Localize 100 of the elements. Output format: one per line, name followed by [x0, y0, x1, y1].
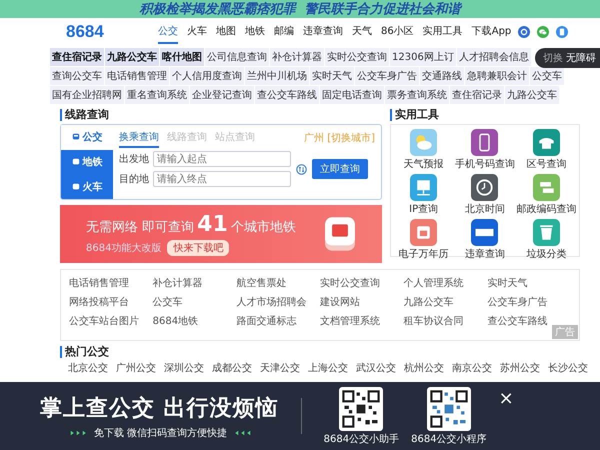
nav-link[interactable]: 公交 [158, 20, 178, 44]
promo-text: 无需网络 即可查询 [86, 219, 194, 236]
quick-link[interactable]: 九路公交车 [105, 48, 159, 66]
tool-link[interactable]: 手机号码查询 [454, 129, 516, 171]
tool-link[interactable]: 垃圾分类 [516, 219, 577, 261]
quick-link[interactable]: 查公交车路线 [255, 86, 319, 104]
input-field[interactable]: 请输入起点 [153, 151, 291, 167]
chevrons-icon [233, 430, 252, 436]
text-link[interactable]: 租车协议合同 [404, 314, 488, 328]
text-link[interactable]: 公交车站台图片 [69, 314, 153, 328]
quick-link[interactable]: 兰州中川机场 [245, 67, 309, 85]
quick-link[interactable]: 公交车身广告 [355, 67, 419, 85]
quick-link[interactable]: 个人信用度查询 [170, 67, 244, 85]
tool-link[interactable]: 北京时间 [454, 174, 516, 216]
circle-logo-icon[interactable] [518, 26, 530, 38]
quick-link[interactable]: 固定电话查询 [320, 86, 384, 104]
text-link[interactable]: 个人管理系统 [404, 276, 488, 290]
quick-link[interactable]: 交通路线 [420, 67, 464, 85]
quick-link[interactable]: 重名查询系统 [125, 86, 189, 104]
quick-link[interactable]: 企业登记查询 [190, 86, 254, 104]
nav-link[interactable]: 地铁 [245, 20, 265, 44]
tool-link[interactable]: IP查询 [393, 174, 454, 216]
text-link[interactable]: 查公交车路线 [487, 314, 571, 328]
download-button[interactable]: 快来下载吧 [167, 240, 230, 256]
mode-tab[interactable]: 火车 [61, 174, 113, 200]
city-link[interactable]: 深圳公交 [164, 361, 204, 375]
city-link[interactable]: 长沙公交 [548, 361, 588, 375]
nav-link[interactable]: 违章查询 [303, 20, 343, 44]
field-label: 出发地 [119, 152, 149, 166]
city-link[interactable]: 武汉公交 [356, 361, 396, 375]
quick-link[interactable]: 补仓计算器 [270, 48, 324, 66]
quick-link[interactable]: 公交车 [530, 67, 564, 85]
slogan-text: 积极检举揭发黑恶霸痞犯罪 警民联手合力促进社会和谐 [139, 0, 461, 18]
nav-link[interactable]: 火车 [187, 20, 207, 44]
nav-link[interactable]: 天气 [352, 20, 372, 44]
text-link[interactable]: 实时天气 [487, 276, 571, 290]
quick-link[interactable]: 查住宿记录 [450, 86, 504, 104]
field-label: 目的地 [119, 172, 149, 186]
vehicle-icon [72, 182, 80, 191]
swap-icon[interactable] [296, 164, 307, 174]
quick-link[interactable]: 查询公交车 [50, 67, 104, 85]
nav-link[interactable]: 下载App [472, 20, 512, 44]
nav-link[interactable]: 邮编 [274, 20, 294, 44]
tool-link[interactable]: 违章查询 [454, 219, 516, 261]
text-link[interactable]: 电话销售管理 [69, 276, 153, 290]
text-link[interactable]: 建设网站 [320, 295, 404, 309]
section-title: 实用工具 [390, 109, 580, 121]
mode-tab[interactable]: 公交 [61, 125, 113, 150]
quick-link[interactable]: 急聘兼职会计 [465, 67, 529, 85]
quick-link[interactable]: 实时公交查询 [325, 48, 389, 66]
text-link[interactable]: 网络投稿平台 [69, 295, 153, 309]
site-logo[interactable]: 8684 [66, 22, 158, 42]
city-link[interactable]: 南京公交 [452, 361, 492, 375]
quick-link[interactable]: 公司信息查询 [205, 48, 269, 66]
mode-tab[interactable]: 地铁 [61, 150, 113, 174]
chat-bubble-icon[interactable] [537, 26, 550, 38]
close-button[interactable]: × [498, 388, 514, 409]
text-link[interactable]: 实时公交查询 [320, 276, 404, 290]
quick-link[interactable]: 票务查询系统 [385, 86, 449, 104]
quick-link[interactable]: 喀什地图 [160, 48, 204, 66]
quick-link[interactable]: 实时天气 [310, 67, 354, 85]
accessibility-tab[interactable]: 切换 无障碍 [534, 48, 600, 68]
search-button[interactable]: 立即查询 [312, 159, 368, 179]
tool-link[interactable]: 天气预报 [393, 129, 454, 171]
promo-banner[interactable]: 无需网络 即可查询 41 个城市地铁 8684功能大改版 快来下载吧 [60, 205, 382, 263]
text-link[interactable]: 公交车 [152, 295, 236, 309]
tool-link[interactable]: 电子万年历 [393, 219, 454, 261]
qr-code [339, 386, 384, 430]
quick-link[interactable]: 人才招聘会信息 [456, 48, 531, 66]
nav-link[interactable]: 地图 [216, 20, 236, 44]
city-link[interactable]: 广州公交 [116, 361, 156, 375]
phone-icon[interactable] [556, 26, 568, 38]
quick-link[interactable]: 九路公交车 [505, 86, 559, 104]
text-link[interactable]: 航空售票处 [236, 276, 320, 290]
text-link[interactable]: 文档管理系统 [320, 314, 404, 328]
quick-link[interactable]: 12306网上订 [390, 48, 456, 66]
query-tab[interactable]: 换乘查询 [119, 128, 159, 148]
city-link[interactable]: 成都公交 [212, 361, 252, 375]
input-field[interactable]: 请输入终点 [153, 171, 291, 187]
text-link[interactable]: 8684地铁 [152, 314, 236, 328]
nav-link[interactable]: 86小区 [381, 20, 414, 44]
quick-link[interactable]: 查住宿记录 [50, 48, 104, 66]
text-link[interactable]: 九路公交车 [404, 295, 488, 309]
city-link[interactable]: 天津公交 [260, 361, 300, 375]
city-link[interactable]: 杭州公交 [404, 361, 444, 375]
city-link[interactable]: 北京公交 [68, 361, 108, 375]
text-link[interactable]: 补仓计算器 [152, 276, 236, 290]
tool-link[interactable]: 区号查询 [516, 129, 577, 171]
text-link[interactable]: 路面交通标志 [236, 314, 320, 328]
nav-link[interactable]: 实用工具 [422, 20, 463, 44]
text-link[interactable]: 人才市场招聘会 [236, 295, 320, 309]
city-link[interactable]: 上海公交 [308, 361, 348, 375]
overlay-headline: 掌上查公交 出行没烦恼 [40, 394, 279, 422]
tool-link[interactable]: 邮政编码查询 [516, 174, 577, 216]
quick-link[interactable]: 国有企业招聘网 [50, 86, 124, 104]
vehicle-icon [72, 133, 80, 142]
vehicle-icon [72, 158, 80, 166]
city-link[interactable]: 苏州公交 [500, 361, 540, 375]
text-link[interactable]: 公交车身广告 [487, 295, 571, 309]
quick-link[interactable]: 电话销售管理 [105, 67, 169, 85]
